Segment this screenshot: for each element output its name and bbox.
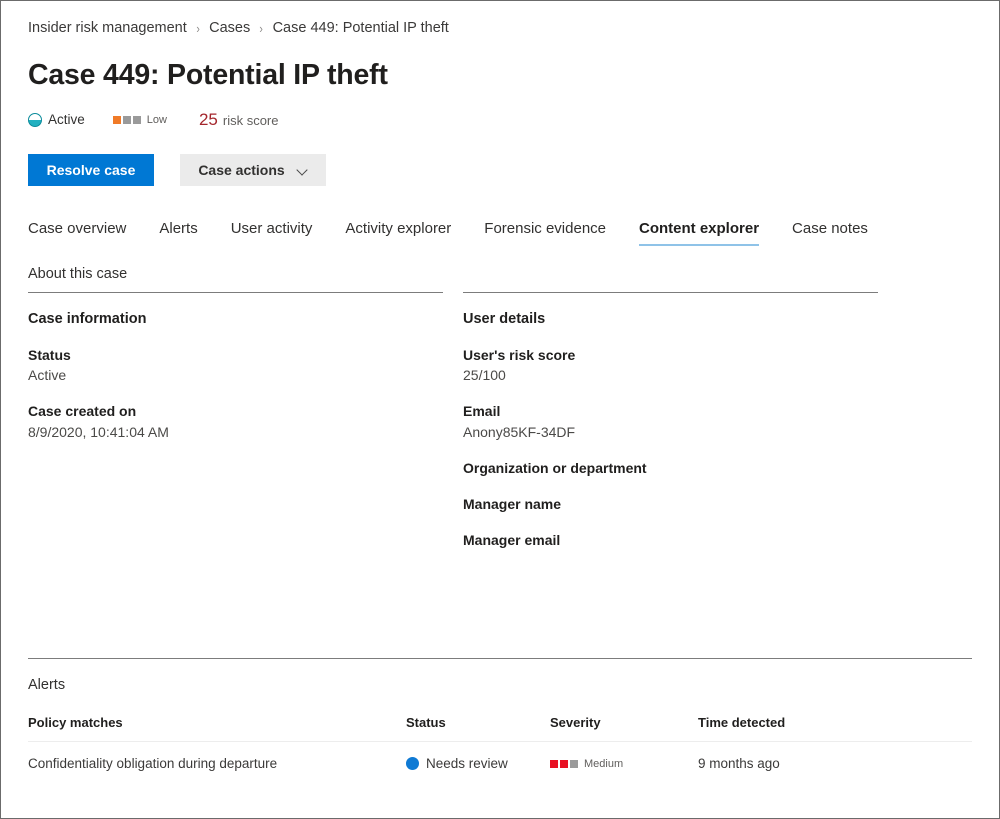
field-label: Status — [28, 346, 71, 363]
cell-severity-label: Medium — [584, 757, 624, 770]
alerts-table-body: Confidentiality obligation during depart… — [28, 742, 972, 772]
column-divider — [28, 291, 443, 293]
field-label: User's risk score — [463, 346, 576, 363]
page-title: Case 449: Potential IP theft — [28, 58, 388, 91]
about-this-case-heading: About this case — [28, 265, 128, 282]
breadcrumb-item-cases[interactable]: Cases — [209, 21, 250, 36]
field-status: Status Active — [28, 345, 443, 386]
case-actions-label: Case actions — [198, 161, 285, 178]
case-detail-page: Insider risk management › Cases › Case 4… — [0, 0, 1000, 819]
cell-time-detected: 9 months ago — [698, 756, 780, 771]
alerts-table-header: Policy matches Status Severity Time dete… — [28, 715, 972, 742]
breadcrumb-item-insider-risk-management[interactable]: Insider risk management — [28, 21, 187, 36]
table-header-row: Policy matches Status Severity Time dete… — [28, 715, 972, 742]
about-columns: Case information Status Active Case crea… — [28, 291, 972, 551]
column-header-policy-matches[interactable]: Policy matches — [28, 715, 406, 742]
status-badge-label: Active — [48, 112, 85, 128]
case-information-column: Case information Status Active Case crea… — [28, 291, 443, 551]
cell-status-label: Needs review — [426, 756, 508, 771]
cell-status: Needs review — [406, 742, 550, 771]
field-case-created-on: Case created on 8/9/2020, 10:41:04 AM — [28, 401, 443, 442]
status-dot-icon — [406, 757, 419, 770]
resolve-case-button[interactable]: Resolve case — [28, 153, 154, 186]
tab-case-overview[interactable]: Case overview — [28, 221, 126, 246]
case-toolbar: Resolve case Case actions — [28, 153, 972, 186]
field-label: Manager name — [463, 496, 562, 513]
tab-forensic-evidence[interactable]: Forensic evidence — [484, 221, 606, 246]
case-status-row: Active Low 25 risk score — [28, 110, 972, 130]
table-row[interactable]: Confidentiality obligation during depart… — [28, 742, 972, 772]
status-badge: Active — [28, 112, 85, 127]
field-value: 25/100 — [463, 366, 506, 383]
risk-score-value: 25 — [198, 110, 218, 130]
field-organization-or-department: Organization or department — [463, 458, 878, 478]
tab-content-explorer[interactable]: Content explorer — [639, 221, 760, 246]
tab-user-activity[interactable]: User activity — [231, 221, 313, 246]
field-users-risk-score: User's risk score 25/100 — [463, 345, 878, 386]
case-tabs: Case overview Alerts User activity Activ… — [28, 210, 972, 246]
breadcrumb: Insider risk management › Cases › Case 4… — [28, 1, 972, 36]
column-gap — [443, 292, 463, 551]
field-manager-email: Manager email — [463, 530, 878, 550]
field-email: Email Anony85KF-34DF — [463, 401, 878, 442]
tab-case-notes[interactable]: Case notes — [792, 221, 868, 246]
field-label: Organization or department — [463, 459, 647, 476]
about-this-case-section: About this case Case information Status … — [28, 266, 972, 551]
case-information-title: Case information — [28, 310, 147, 327]
user-details-title: User details — [463, 310, 546, 327]
page-content: Insider risk management › Cases › Case 4… — [1, 1, 999, 551]
column-header-time-detected[interactable]: Time detected — [698, 715, 972, 742]
severity-squares-icon — [112, 115, 143, 124]
alerts-section-divider — [28, 658, 972, 659]
column-header-status[interactable]: Status — [406, 715, 550, 742]
alerts-table: Policy matches Status Severity Time dete… — [28, 715, 972, 771]
cell-severity: Medium — [550, 742, 698, 772]
field-value: Anony85KF-34DF — [463, 423, 576, 440]
case-severity-badge: Low — [112, 113, 167, 126]
field-manager-name: Manager name — [463, 494, 878, 514]
field-value: 8/9/2020, 10:41:04 AM — [28, 423, 169, 440]
case-actions-button[interactable]: Case actions — [180, 153, 326, 186]
breadcrumb-item-current-case: Case 449: Potential IP theft — [272, 20, 449, 36]
severity-squares-icon — [550, 759, 580, 768]
tab-activity-explorer[interactable]: Activity explorer — [345, 221, 451, 246]
cell-policy-matches: Confidentiality obligation during depart… — [28, 756, 278, 771]
half-filled-circle-icon — [28, 112, 42, 127]
breadcrumb-separator-icon: › — [196, 20, 200, 36]
column-divider — [463, 291, 878, 293]
risk-score-label: risk score — [222, 113, 279, 129]
field-label: Email — [463, 403, 501, 420]
field-label: Case created on — [28, 403, 137, 420]
alerts-section-title: Alerts — [28, 677, 66, 693]
user-details-column: User details User's risk score 25/100 Em… — [463, 291, 878, 551]
tab-alerts[interactable]: Alerts — [159, 221, 197, 246]
field-label: Manager email — [463, 532, 561, 549]
alerts-section: Alerts Policy matches Status Severity Ti… — [28, 658, 972, 771]
breadcrumb-separator-icon: › — [259, 20, 264, 36]
chevron-down-icon — [297, 166, 308, 173]
column-header-severity[interactable]: Severity — [550, 715, 698, 742]
risk-score-badge: 25 risk score — [199, 111, 279, 128]
field-value: Active — [28, 366, 67, 383]
case-severity-label: Low — [146, 113, 167, 126]
